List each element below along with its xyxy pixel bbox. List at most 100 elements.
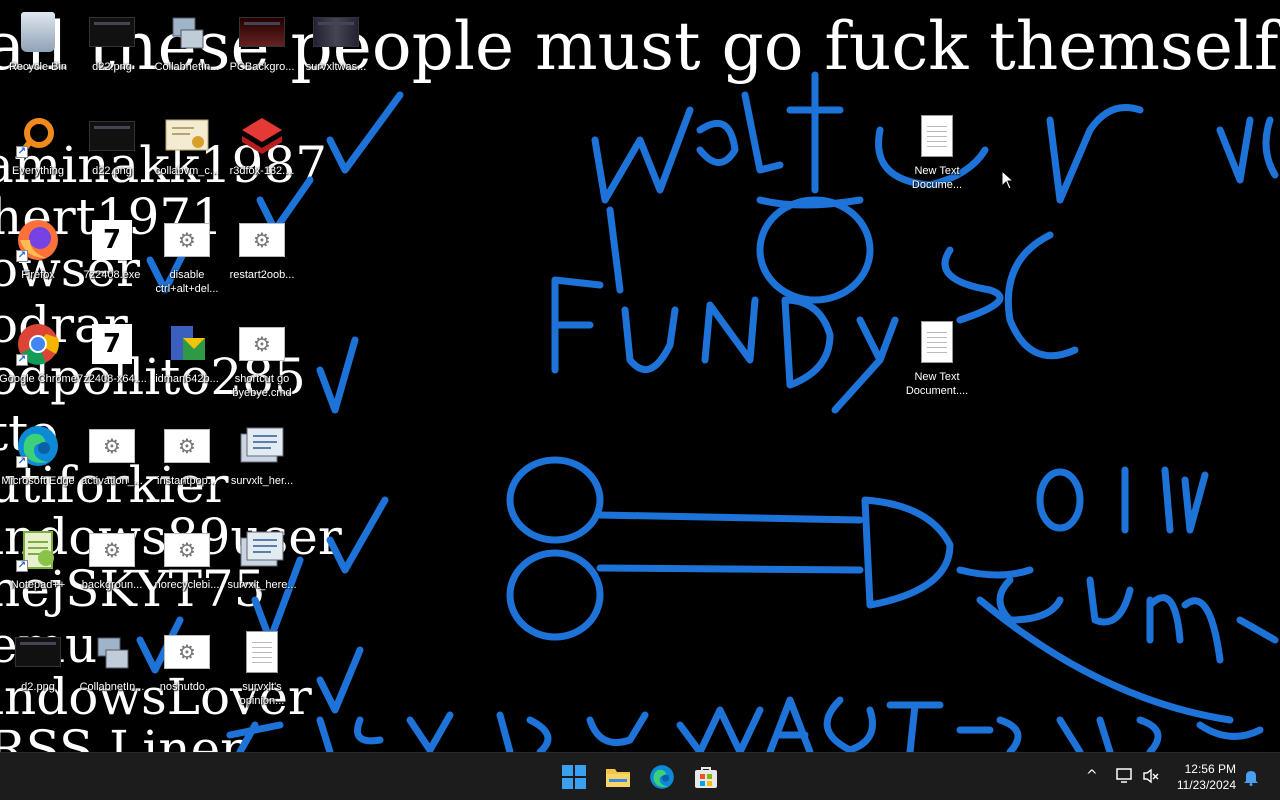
taskbar: ^ 12:56 PM 11/23/2024 <box>0 752 1280 800</box>
desktop-icon-norecyclebin[interactable]: ⚙ norecyclebi... <box>149 524 225 622</box>
desktop-icon-shortcut-go-byebye[interactable]: ⚙ shortcut go byebye.cmd <box>224 318 300 416</box>
store-icon <box>695 767 717 788</box>
desktop-icon-label: 7z2408-x64.... <box>77 373 147 385</box>
file-explorer-button[interactable] <box>602 761 634 793</box>
desktop-icon-label: d22.png <box>92 165 132 177</box>
network-computer-icon <box>88 628 136 676</box>
desktop-icon-d2-png[interactable]: d2.png <box>0 626 76 724</box>
r3dfox-icon <box>238 112 286 160</box>
desktop-icon-label: Recycle Bin <box>8 61 68 73</box>
desktop-icon-activation[interactable]: ⚙ activation_... <box>74 420 150 518</box>
chrome-icon: ↗ <box>14 320 62 368</box>
mouse-cursor-icon <box>1001 169 1015 194</box>
image-thumbnail-icon <box>238 8 286 56</box>
desktop-icon-label: norecyclebi... <box>154 579 220 591</box>
desktop-icon-collabvm-cert[interactable]: collabvm_c... <box>149 110 225 208</box>
desktop-icon-everything[interactable]: ↗ Everything <box>0 110 76 208</box>
magnifier-icon: ↗ <box>14 112 62 160</box>
text-document-icon <box>913 318 961 366</box>
edge-icon <box>650 765 674 789</box>
desktop-icon-collabnetin-2[interactable]: CollabnetIn... <box>74 626 150 724</box>
image-thumbnail-icon <box>312 8 360 56</box>
desktop[interactable]: all these people must go fuck themselfs … <box>0 0 1280 752</box>
system-clock[interactable]: 12:56 PM 11/23/2024 <box>1177 761 1236 793</box>
desktop-icon-google-chrome[interactable]: ↗ Google Chrome <box>0 318 77 416</box>
edge-taskbar-button[interactable] <box>646 761 678 793</box>
image-thumbnail-icon <box>88 112 136 160</box>
desktop-icon-label: noshutdo... <box>159 681 215 693</box>
network-icon[interactable] <box>1116 768 1134 788</box>
desktop-icon-7z2408-exe[interactable]: 7 7z2408.exe <box>74 214 150 312</box>
desktop-icon-firefox[interactable]: ↗ Firefox <box>0 214 76 312</box>
desktop-icon-r3dfox[interactable]: r3dfox-132.... <box>224 110 300 208</box>
desktop-icon-label: r3dfox-132.... <box>229 165 295 177</box>
desktop-icon-d22-png-2[interactable]: d22.png <box>74 110 150 208</box>
edge-icon: ↗ <box>14 422 62 470</box>
clock-date: 11/23/2024 <box>1176 778 1236 792</box>
desktop-icon-label: Firefox <box>21 269 55 281</box>
desktop-icon-background[interactable]: ⚙ backgroun... <box>74 524 150 622</box>
desktop-icon-survxlts-opinion[interactable]: survxlt's opinion... <box>224 626 300 724</box>
desktop-icon-label: 7z2408.exe <box>83 269 141 281</box>
desktop-icon-label: Microsoft Edge <box>1 475 75 487</box>
desktop-icon-7z2408-x64[interactable]: 7 7z2408-x64.... <box>74 318 150 416</box>
registry-file-icon <box>238 526 286 574</box>
tray-overflow-chevron[interactable]: ^ <box>1086 768 1098 784</box>
desktop-icon-notepadpp[interactable]: ↗ Notepad++ <box>0 524 76 622</box>
desktop-icon-instantpop[interactable]: ⚙ instantpop... <box>149 420 225 518</box>
settings-file-icon: ⚙ <box>163 216 211 264</box>
desktop-icon-label: restart2oob... <box>229 269 295 281</box>
recycle-bin-icon <box>14 8 62 56</box>
desktop-icon-pcbackground[interactable]: PCBackgro... <box>224 6 300 104</box>
desktop-icon-survxltwas[interactable]: survxltwas... <box>298 6 374 104</box>
volume-muted-icon[interactable] <box>1142 768 1160 788</box>
desktop-icon-microsoft-edge[interactable]: ↗ Microsoft Edge <box>0 420 76 518</box>
desktop-icon-disable-ctrl-alt-del[interactable]: ⚙ disable ctrl+alt+del... <box>149 214 225 312</box>
notepadpp-icon: ↗ <box>14 526 62 574</box>
desktop-icon-label: d2.png <box>21 681 55 693</box>
desktop-icon-label: disable ctrl+alt+del... <box>155 269 219 295</box>
desktop-icon-label: CollabnetIn... <box>154 61 220 73</box>
desktop-icon-label: d22.png <box>92 61 132 73</box>
7zip-installer-icon: 7 <box>88 216 136 264</box>
desktop-icon-noshutdown[interactable]: ⚙ noshutdo... <box>149 626 225 724</box>
settings-file-icon: ⚙ <box>163 422 211 470</box>
registry-file-icon <box>238 422 286 470</box>
notification-bell-icon[interactable] <box>1243 768 1259 790</box>
image-thumbnail-icon <box>14 628 62 676</box>
text-document-icon <box>913 112 961 160</box>
desktop-icon-label: shortcut go byebye.cmd <box>232 373 292 399</box>
windows-logo-icon <box>562 765 586 789</box>
desktop-icon-restart2oobe[interactable]: ⚙ restart2oob... <box>224 214 300 312</box>
image-thumbnail-icon <box>88 8 136 56</box>
settings-file-icon: ⚙ <box>88 526 136 574</box>
desktop-icon-label: backgroun... <box>81 579 143 591</box>
desktop-icon-label: survxlt_her... <box>230 475 294 487</box>
settings-file-icon: ⚙ <box>238 216 286 264</box>
desktop-icon-new-text-document-2[interactable]: New Text Document.... <box>899 316 975 414</box>
desktop-icon-label: survxlt's opinion... <box>239 681 285 707</box>
desktop-icon-survxlt-here[interactable]: survxlt_her... <box>224 420 300 518</box>
desktop-icon-recycle-bin[interactable]: Recycle Bin <box>0 6 76 104</box>
desktop-icon-label: idman642b... <box>155 373 219 385</box>
desktop-icon-label: instantpop... <box>157 475 217 487</box>
certificate-icon <box>163 112 211 160</box>
folder-icon <box>606 769 630 787</box>
desktop-icon-label: Everything <box>12 165 64 177</box>
desktop-icon-label: New Text Document.... <box>905 371 969 397</box>
desktop-icon-survxlt-here-2[interactable]: survxlt_here... <box>224 524 300 622</box>
desktop-icon-label: CollabnetIn... <box>79 681 145 693</box>
desktop-icon-label: PCBackgro... <box>229 61 295 73</box>
desktop-icon-label: Notepad++ <box>10 579 66 591</box>
desktop-icon-label: activation_... <box>81 475 143 487</box>
start-button[interactable] <box>558 761 590 793</box>
desktop-icon-new-text-document[interactable]: New Text Docume... <box>899 110 975 208</box>
desktop-icon-d22-png[interactable]: d22.png <box>74 6 150 104</box>
settings-file-icon: ⚙ <box>163 628 211 676</box>
desktop-icon-label: Google Chrome <box>0 373 77 385</box>
desktop-icon-collabnetin[interactable]: CollabnetIn... <box>149 6 225 104</box>
store-button[interactable] <box>690 761 722 793</box>
clock-time: 12:56 PM <box>1184 762 1236 776</box>
desktop-icon-label: collabvm_c... <box>154 165 220 177</box>
desktop-icon-idman[interactable]: idman642b... <box>149 318 225 416</box>
